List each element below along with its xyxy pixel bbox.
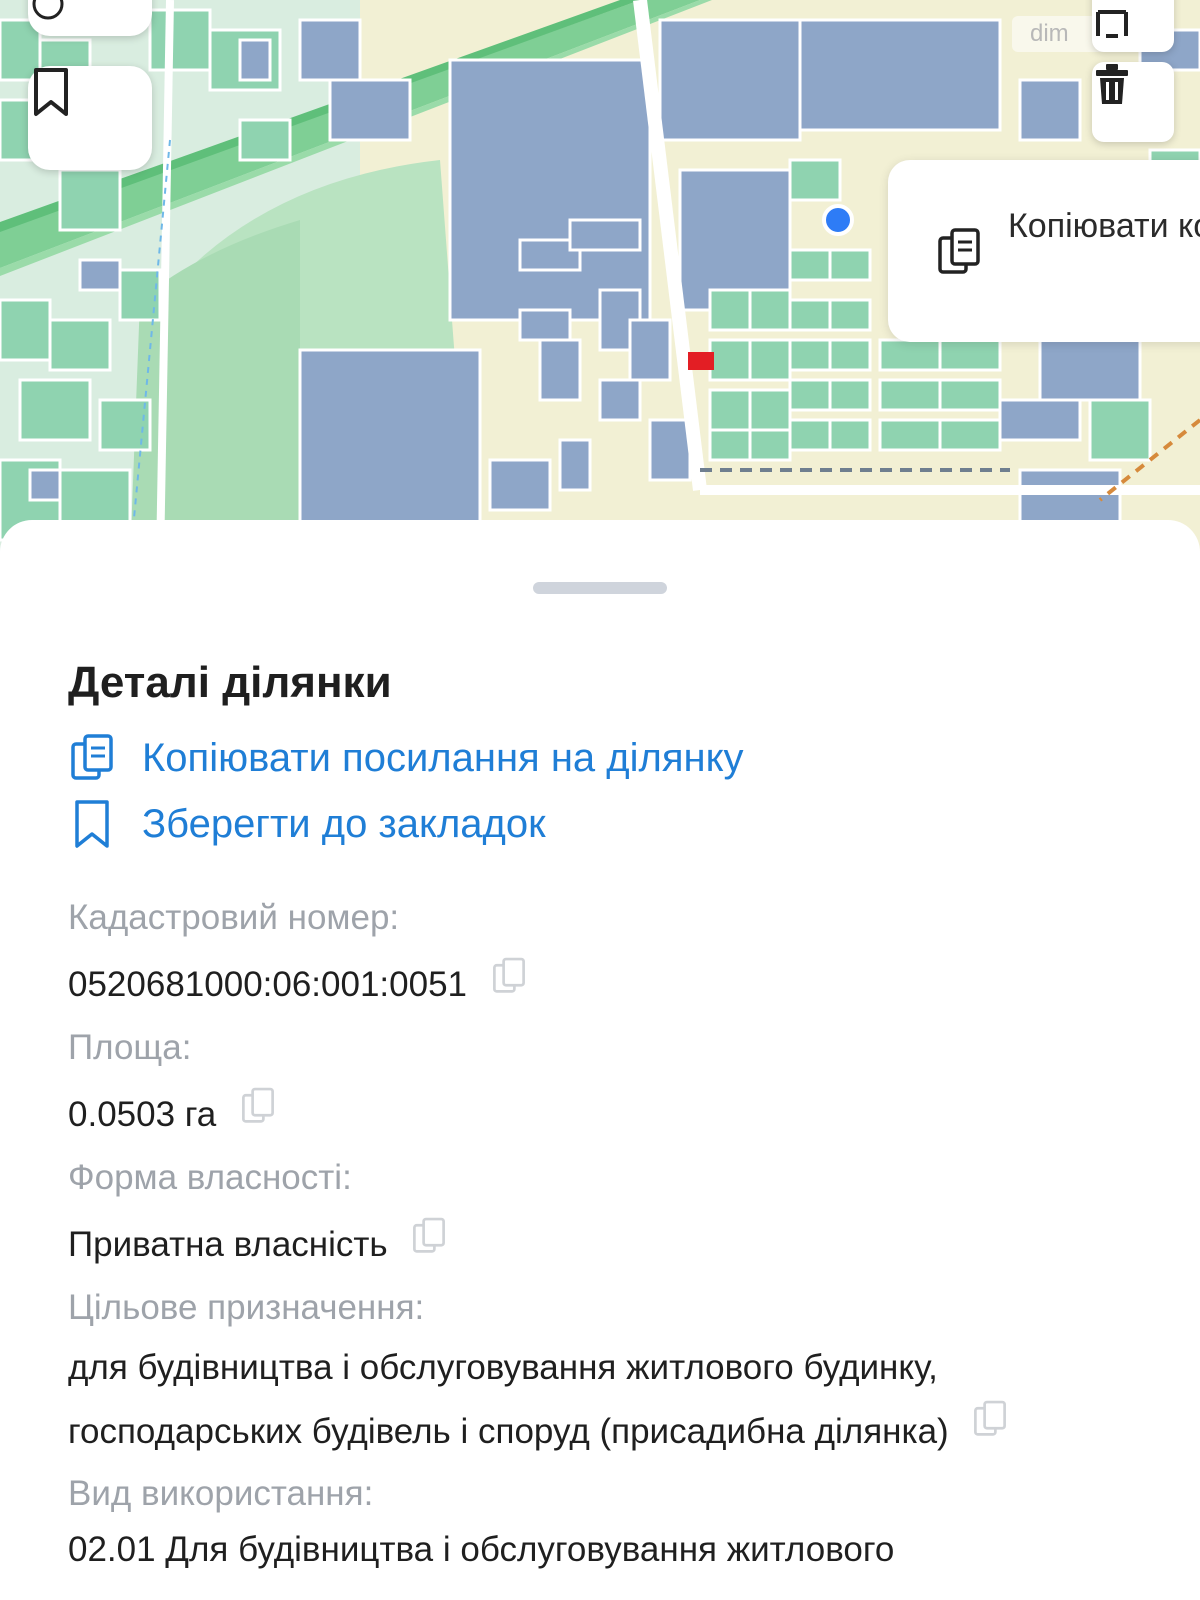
parcel-details-sheet: Деталі ділянки Копіювати посилання на ді… <box>0 520 1200 1600</box>
location-dot <box>822 204 854 236</box>
ownership-label: Форма власності: <box>68 1158 352 1197</box>
locate-icon <box>32 0 64 20</box>
copy-cadastral-button[interactable] <box>491 956 527 1005</box>
copy-icon <box>938 228 980 274</box>
copy-icon <box>974 1400 1007 1436</box>
purpose-line-2: господарських будівель і споруд (присади… <box>68 1400 1008 1466</box>
usage-line-1[interactable]: 02.01 Для будівництва і обслуговування ж… <box>68 1530 894 1570</box>
copy-icon <box>242 1087 274 1123</box>
copy-icon <box>492 957 525 993</box>
bookmark-icon <box>34 68 68 116</box>
purpose-line-1[interactable]: для будівництва і обслуговування житлово… <box>68 1336 1008 1400</box>
map-view[interactable]: dim Копіювати координати <box>0 0 1200 560</box>
copy-link-label: Копіювати посилання на ділянку <box>142 735 744 780</box>
locate-button[interactable] <box>28 0 152 36</box>
selected-parcel <box>688 352 714 370</box>
save-bookmark-label: Зберегти до закладок <box>142 801 546 846</box>
purpose-value: для будівництва і обслуговування житлово… <box>68 1336 1008 1466</box>
copy-coordinates-popup[interactable]: Копіювати координати <box>888 160 1200 342</box>
purpose-label: Цільове призначення: <box>68 1288 425 1327</box>
copy-area-button[interactable] <box>240 1086 276 1135</box>
copy-icon <box>71 734 113 780</box>
area-value: 0.0503 га <box>68 1087 276 1141</box>
trash-icon <box>1096 64 1128 104</box>
sheet-title: Деталі ділянки <box>68 658 392 707</box>
usage-label: Вид використання: <box>68 1474 374 1513</box>
copy-ownership-button[interactable] <box>411 1216 447 1265</box>
sheet-drag-handle[interactable] <box>533 582 667 594</box>
map-tool-button[interactable] <box>1092 0 1174 52</box>
bookmark-button[interactable] <box>28 66 152 170</box>
delete-button[interactable] <box>1092 62 1174 142</box>
copy-link-button[interactable]: Копіювати посилання на ділянку <box>68 728 744 788</box>
area-text[interactable]: 0.0503 га <box>68 1095 216 1134</box>
copy-coordinates-label: Копіювати координати <box>1008 207 1200 245</box>
ownership-text[interactable]: Приватна власність <box>68 1225 388 1264</box>
purpose-line-2-text[interactable]: господарських будівель і споруд (присади… <box>68 1412 949 1451</box>
save-bookmark-button[interactable]: Зберегти до закладок <box>68 794 546 854</box>
copy-purpose-button[interactable] <box>972 1396 1008 1460</box>
bookmark-icon <box>75 800 109 848</box>
cadastral-number-value: 0520681000:06:001:0051 <box>68 957 527 1011</box>
cadastral-number-text[interactable]: 0520681000:06:001:0051 <box>68 965 467 1004</box>
area-label: Площа: <box>68 1028 192 1067</box>
ownership-value: Приватна власність <box>68 1217 447 1271</box>
copy-icon <box>413 1217 446 1253</box>
map-tool-icon <box>1096 10 1128 38</box>
cadastral-number-label: Кадастровий номер: <box>68 898 400 937</box>
